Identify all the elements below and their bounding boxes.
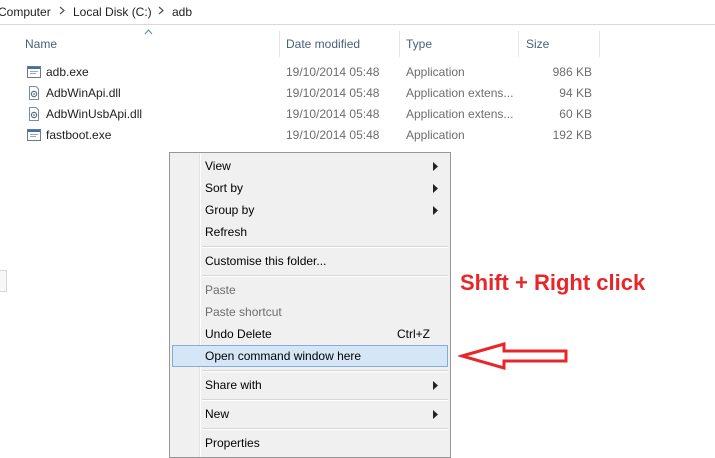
sort-ascending-icon bbox=[144, 29, 153, 35]
menu-item-label: Customise this folder... bbox=[205, 254, 327, 268]
submenu-arrow-icon bbox=[433, 410, 438, 419]
menu-item-refresh[interactable]: Refresh bbox=[172, 221, 448, 243]
menu-item-group-by[interactable]: Group by bbox=[172, 199, 448, 221]
menu-item-properties[interactable]: Properties bbox=[172, 432, 448, 454]
menu-item-label: View bbox=[205, 159, 231, 173]
column-header-name[interactable]: Name bbox=[25, 37, 57, 51]
file-row[interactable]: AdbWinApi.dll 19/10/2014 05:48 Applicati… bbox=[0, 83, 715, 104]
breadcrumb-computer[interactable]: Computer bbox=[0, 5, 51, 19]
submenu-arrow-icon bbox=[433, 206, 438, 215]
file-date: 19/10/2014 05:48 bbox=[286, 107, 380, 121]
column-divider[interactable] bbox=[599, 31, 600, 57]
column-header-size[interactable]: Size bbox=[526, 37, 549, 51]
submenu-arrow-icon bbox=[433, 184, 438, 193]
menu-item-open-command-window[interactable]: Open command window here bbox=[172, 345, 448, 367]
file-row[interactable]: AdbWinUsbApi.dll 19/10/2014 05:48 Applic… bbox=[0, 104, 715, 125]
menu-item-label: Properties bbox=[205, 436, 260, 450]
file-type: Application bbox=[406, 128, 465, 142]
context-menu[interactable]: View Sort by Group by Refresh Customise … bbox=[169, 152, 451, 458]
column-header-date-modified[interactable]: Date modified bbox=[286, 37, 360, 51]
file-name: AdbWinApi.dll bbox=[46, 86, 121, 100]
submenu-arrow-icon bbox=[433, 162, 438, 171]
menu-separator bbox=[202, 275, 448, 277]
menu-item-shortcut: Ctrl+Z bbox=[397, 327, 430, 341]
dll-icon bbox=[29, 86, 39, 100]
file-type: Application extens... bbox=[406, 107, 514, 121]
file-name: AdbWinUsbApi.dll bbox=[46, 107, 143, 121]
menu-separator bbox=[202, 370, 448, 372]
menu-item-share-with[interactable]: Share with bbox=[172, 374, 448, 396]
menu-item-customise-folder[interactable]: Customise this folder... bbox=[172, 250, 448, 272]
file-date: 19/10/2014 05:48 bbox=[286, 86, 380, 100]
file-size: 94 KB bbox=[559, 86, 592, 100]
file-row[interactable]: fastboot.exe 19/10/2014 05:48 Applicatio… bbox=[0, 125, 715, 146]
exe-icon bbox=[27, 66, 41, 78]
menu-item-label: Share with bbox=[205, 378, 262, 392]
red-arrow-icon bbox=[458, 342, 568, 370]
menu-item-undo-delete[interactable]: Undo Delete Ctrl+Z bbox=[172, 323, 448, 345]
menu-item-label: Paste bbox=[205, 283, 236, 297]
menu-item-label: Group by bbox=[205, 203, 255, 217]
file-row[interactable]: adb.exe 19/10/2014 05:48 Application 986… bbox=[0, 62, 715, 83]
menu-item-label: Sort by bbox=[205, 181, 244, 195]
menu-item-sort-by[interactable]: Sort by bbox=[172, 177, 448, 199]
column-divider[interactable] bbox=[518, 31, 519, 57]
file-name: fastboot.exe bbox=[46, 128, 112, 142]
address-breadcrumb[interactable]: Computer Local Disk (C:) adb bbox=[0, 0, 715, 25]
column-divider[interactable] bbox=[399, 31, 400, 57]
breadcrumb-adb[interactable]: adb bbox=[172, 5, 192, 19]
file-date: 19/10/2014 05:48 bbox=[286, 128, 380, 142]
file-name: adb.exe bbox=[46, 65, 89, 79]
file-type: Application bbox=[406, 65, 465, 79]
file-date: 19/10/2014 05:48 bbox=[286, 65, 380, 79]
menu-item-view[interactable]: View bbox=[172, 155, 448, 177]
submenu-arrow-icon bbox=[433, 381, 438, 390]
exe-icon bbox=[27, 129, 41, 141]
breadcrumb-local-disk[interactable]: Local Disk (C:) bbox=[73, 5, 152, 19]
chevron-right-icon[interactable] bbox=[59, 6, 65, 15]
menu-item-label: Undo Delete bbox=[205, 327, 272, 341]
column-divider[interactable] bbox=[279, 31, 280, 57]
navigation-pane-edge bbox=[0, 270, 7, 292]
menu-item-label: Paste shortcut bbox=[205, 305, 282, 319]
dll-icon bbox=[29, 107, 39, 121]
menu-separator bbox=[202, 399, 448, 401]
menu-separator bbox=[202, 428, 448, 430]
menu-item-label: Open command window here bbox=[205, 349, 362, 363]
column-header-type[interactable]: Type bbox=[406, 37, 432, 51]
menu-item-paste[interactable]: Paste bbox=[172, 279, 448, 301]
annotation-shift-right-click: Shift + Right click bbox=[460, 270, 646, 295]
menu-item-label: Refresh bbox=[205, 225, 248, 239]
chevron-right-icon[interactable] bbox=[158, 6, 164, 15]
menu-separator bbox=[202, 246, 448, 248]
file-size: 192 KB bbox=[552, 128, 592, 142]
file-size: 986 KB bbox=[552, 65, 592, 79]
menu-item-new[interactable]: New bbox=[172, 403, 448, 425]
file-type: Application extens... bbox=[406, 86, 514, 100]
menu-item-paste-shortcut[interactable]: Paste shortcut bbox=[172, 301, 448, 323]
file-size: 60 KB bbox=[559, 107, 592, 121]
menu-item-label: New bbox=[205, 407, 230, 421]
